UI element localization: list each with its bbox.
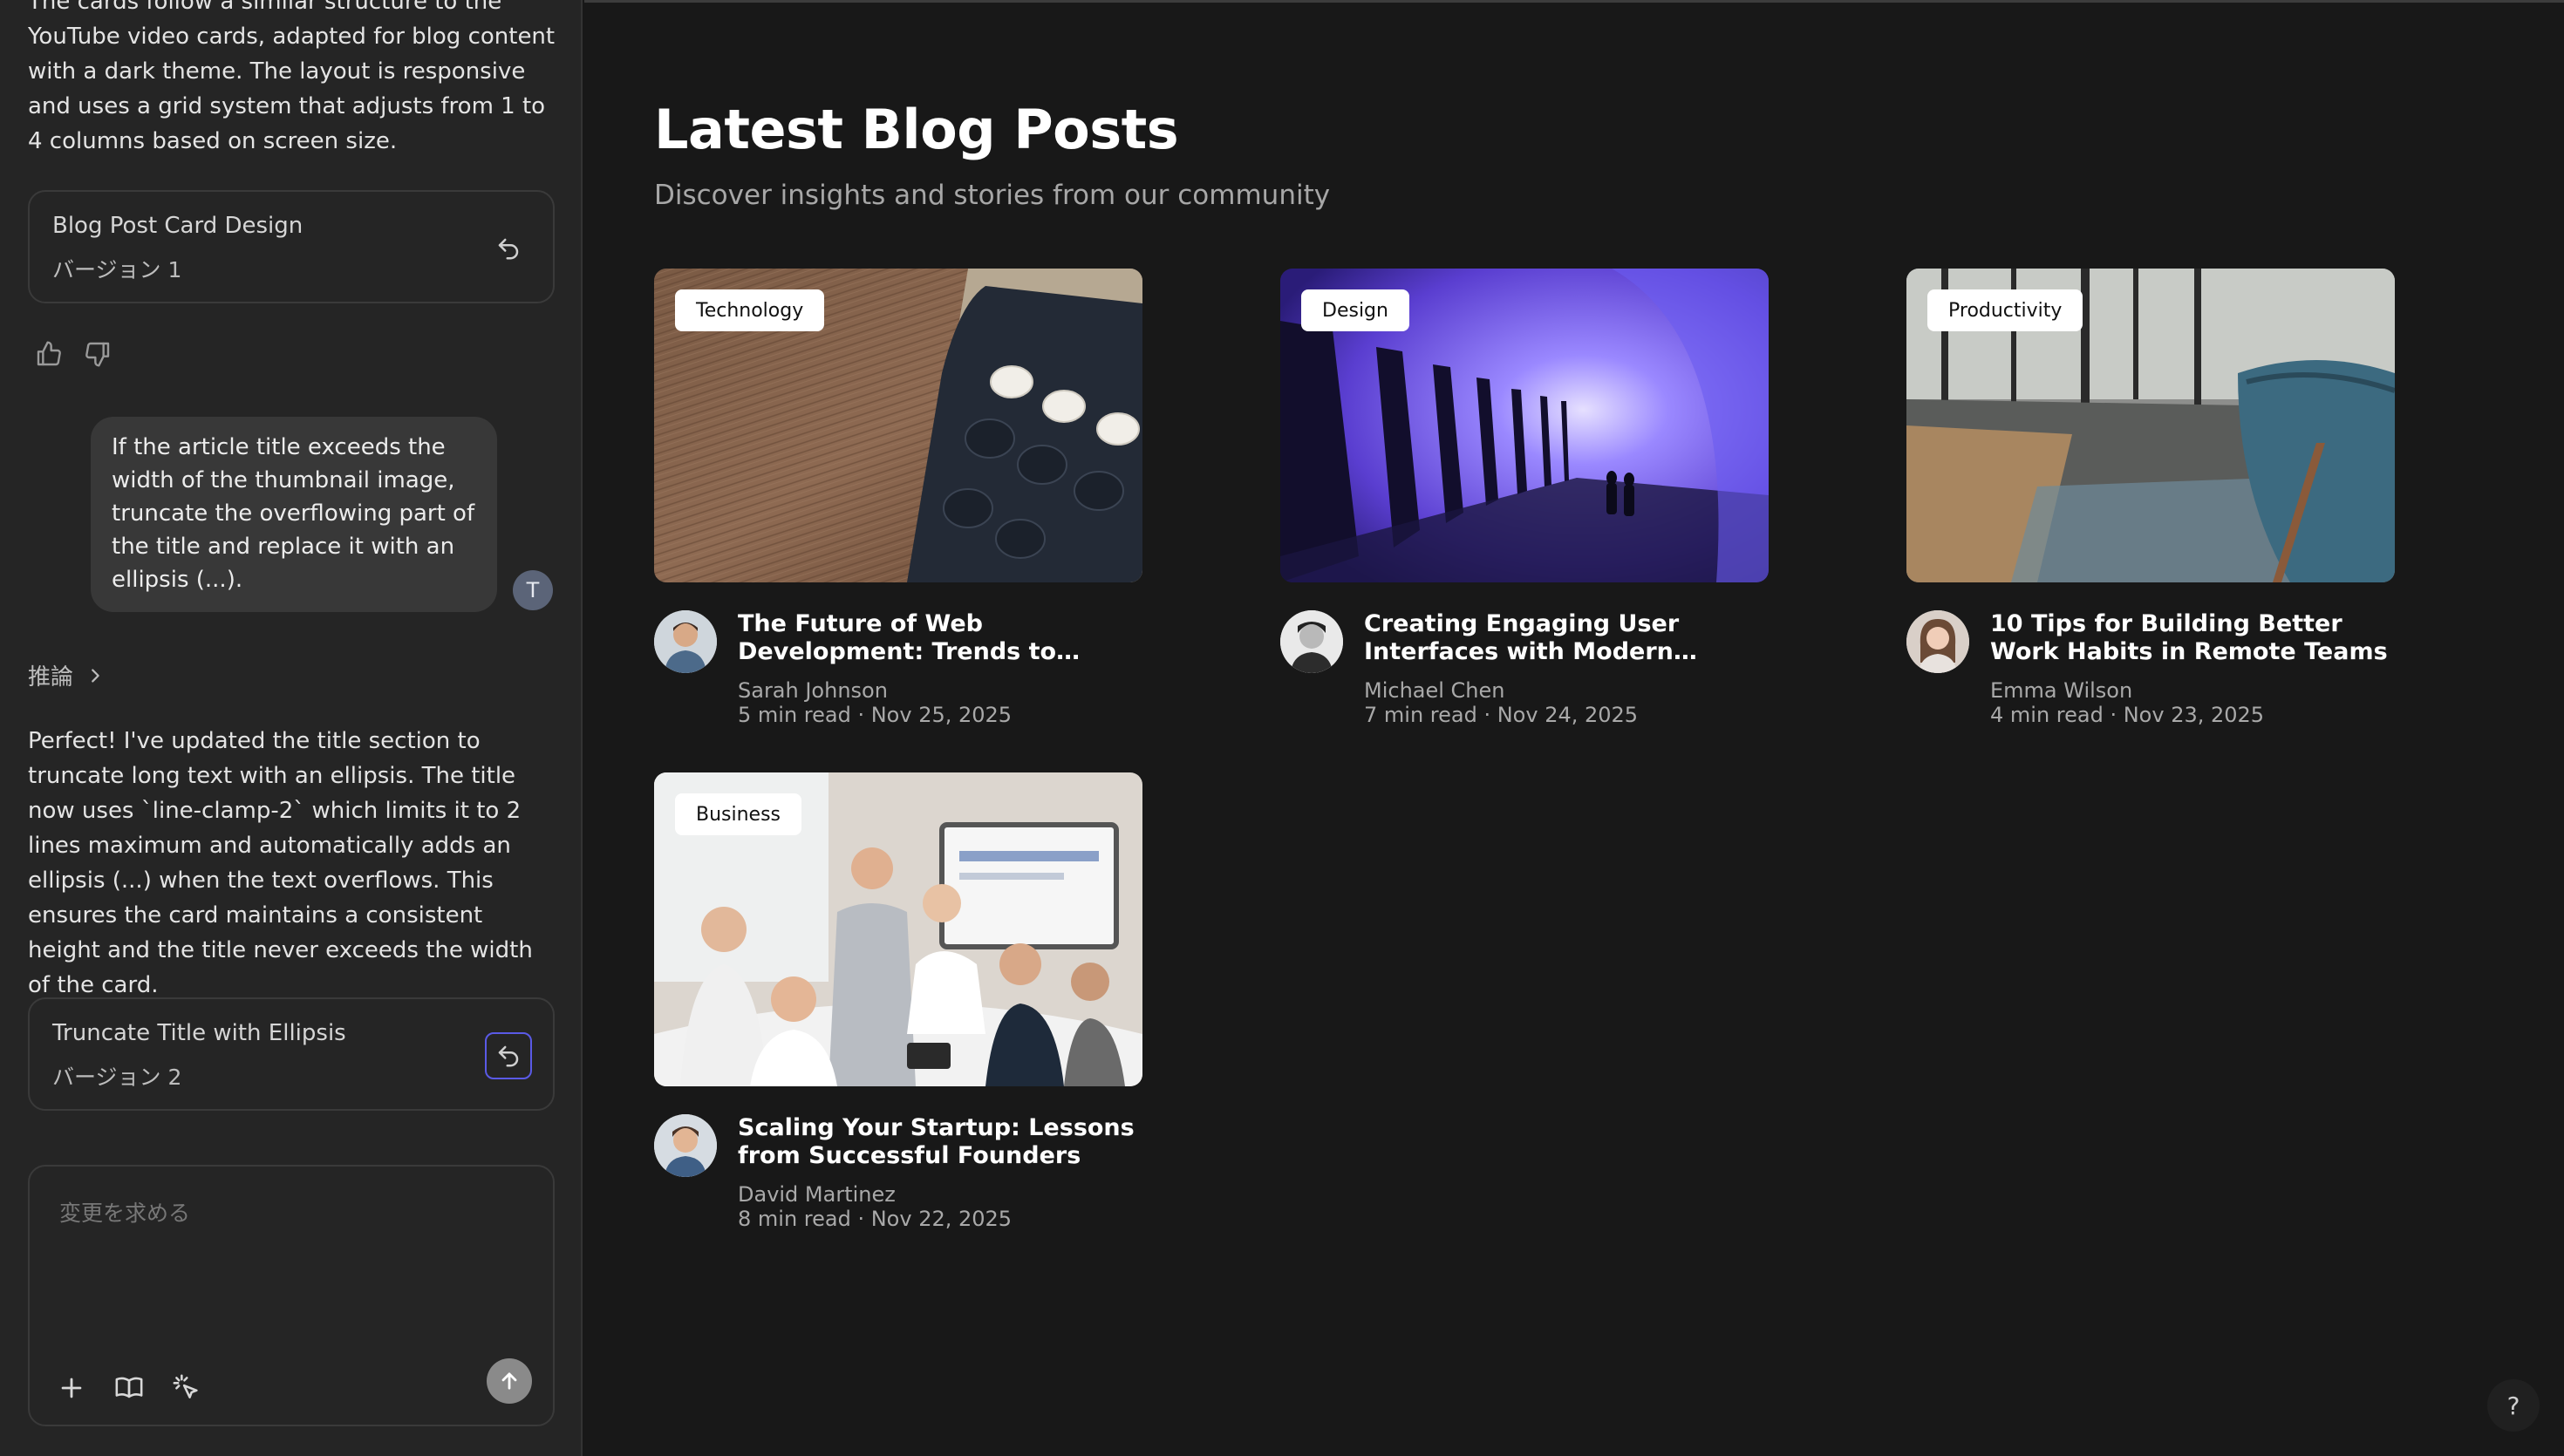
post-info: 8 min read · Nov 22, 2025 <box>738 1207 1013 1231</box>
reasoning-toggle[interactable]: 推論 <box>28 659 105 691</box>
author-avatar <box>1906 610 1969 673</box>
message-feedback <box>35 340 112 368</box>
card-thumbnail[interactable]: Technology <box>654 269 1142 582</box>
post-title[interactable]: The Future of Web Development: Trends to… <box>738 610 1139 666</box>
author-name: David Martinez <box>738 1182 896 1207</box>
author-name: Michael Chen <box>1364 678 1505 703</box>
post-title[interactable]: Scaling Your Startup: Lessons from Succe… <box>738 1114 1139 1170</box>
blog-card[interactable]: Technology The Future of Web Development… <box>654 269 1142 727</box>
plus-icon[interactable] <box>56 1372 87 1404</box>
undo-icon <box>498 238 519 260</box>
reasoning-label: 推論 <box>28 664 74 691</box>
app-root: The cards follow a similar structure to … <box>0 0 2564 1456</box>
chat-composer[interactable]: 変更を求める <box>28 1165 555 1426</box>
page-subtitle: Discover insights and stories from our c… <box>654 180 1331 211</box>
cursor-sparkle-icon[interactable] <box>171 1372 202 1404</box>
thumbs-down-icon[interactable] <box>84 340 112 368</box>
author-name: Sarah Johnson <box>738 678 888 703</box>
top-divider <box>584 0 2564 3</box>
version-card-1[interactable]: Blog Post Card Design バージョン 1 <box>28 190 555 303</box>
restore-version-button[interactable] <box>485 225 532 272</box>
user-avatar: T <box>513 570 553 610</box>
category-tag: Productivity <box>1927 289 2083 331</box>
preview-area: Latest Blog Posts Discover insights and … <box>584 0 2564 1456</box>
version-label: バージョン 1 <box>52 257 182 282</box>
version-card-2[interactable]: Truncate Title with Ellipsis バージョン 2 <box>28 997 555 1111</box>
author-name: Emma Wilson <box>1990 678 2133 703</box>
version-label: バージョン 2 <box>52 1065 182 1090</box>
author-avatar <box>654 1114 717 1177</box>
send-button[interactable] <box>487 1358 532 1404</box>
user-message: If the article title exceeds the width o… <box>91 417 497 612</box>
card-meta: 10 Tips for Building Better Work Habits … <box>1906 582 2395 727</box>
book-icon[interactable] <box>113 1372 145 1404</box>
version-title: Truncate Title with Ellipsis <box>52 1020 346 1046</box>
post-title[interactable]: 10 Tips for Building Better Work Habits … <box>1990 610 2391 666</box>
chevron-right-icon <box>92 668 99 683</box>
post-info: 5 min read · Nov 25, 2025 <box>738 703 1013 727</box>
card-meta: The Future of Web Development: Trends to… <box>654 582 1142 727</box>
category-tag: Technology <box>675 289 825 331</box>
card-thumbnail[interactable]: Design <box>1280 269 1769 582</box>
arrow-up-icon <box>501 1372 517 1390</box>
post-info: 7 min read · Nov 24, 2025 <box>1364 703 1639 727</box>
author-avatar <box>1280 610 1343 673</box>
assistant-message: Perfect! I've updated the title section … <box>28 728 533 998</box>
restore-version-button[interactable] <box>485 1032 532 1079</box>
thumbs-up-icon[interactable] <box>35 340 63 368</box>
blog-card[interactable]: Design Creating Engaging User Interfaces… <box>1280 269 1769 727</box>
category-tag: Design <box>1301 289 1409 331</box>
post-info: 4 min read · Nov 23, 2025 <box>1990 703 2265 727</box>
help-button[interactable]: ? <box>2487 1379 2540 1432</box>
page-title: Latest Blog Posts <box>654 98 1179 161</box>
card-thumbnail[interactable]: Business <box>654 772 1142 1086</box>
card-meta: Creating Engaging User Interfaces with M… <box>1280 582 1769 727</box>
composer-tools <box>56 1372 202 1404</box>
undo-icon <box>498 1045 519 1067</box>
assistant-message: The cards follow a similar structure to … <box>28 0 556 154</box>
card-thumbnail[interactable]: Productivity <box>1906 269 2395 582</box>
blog-card[interactable]: Productivity 10 Tips for Building Better… <box>1906 269 2395 727</box>
post-title[interactable]: Creating Engaging User Interfaces with M… <box>1364 610 1765 666</box>
chat-panel: The cards follow a similar structure to … <box>0 0 583 1456</box>
composer-placeholder[interactable]: 変更を求める <box>59 1196 190 1228</box>
blog-card[interactable]: Business Scaling Your Startup: Lessons f… <box>654 772 1142 1231</box>
category-tag: Business <box>675 793 802 835</box>
version-title: Blog Post Card Design <box>52 213 303 239</box>
author-avatar <box>654 610 717 673</box>
card-meta: Scaling Your Startup: Lessons from Succe… <box>654 1086 1142 1231</box>
